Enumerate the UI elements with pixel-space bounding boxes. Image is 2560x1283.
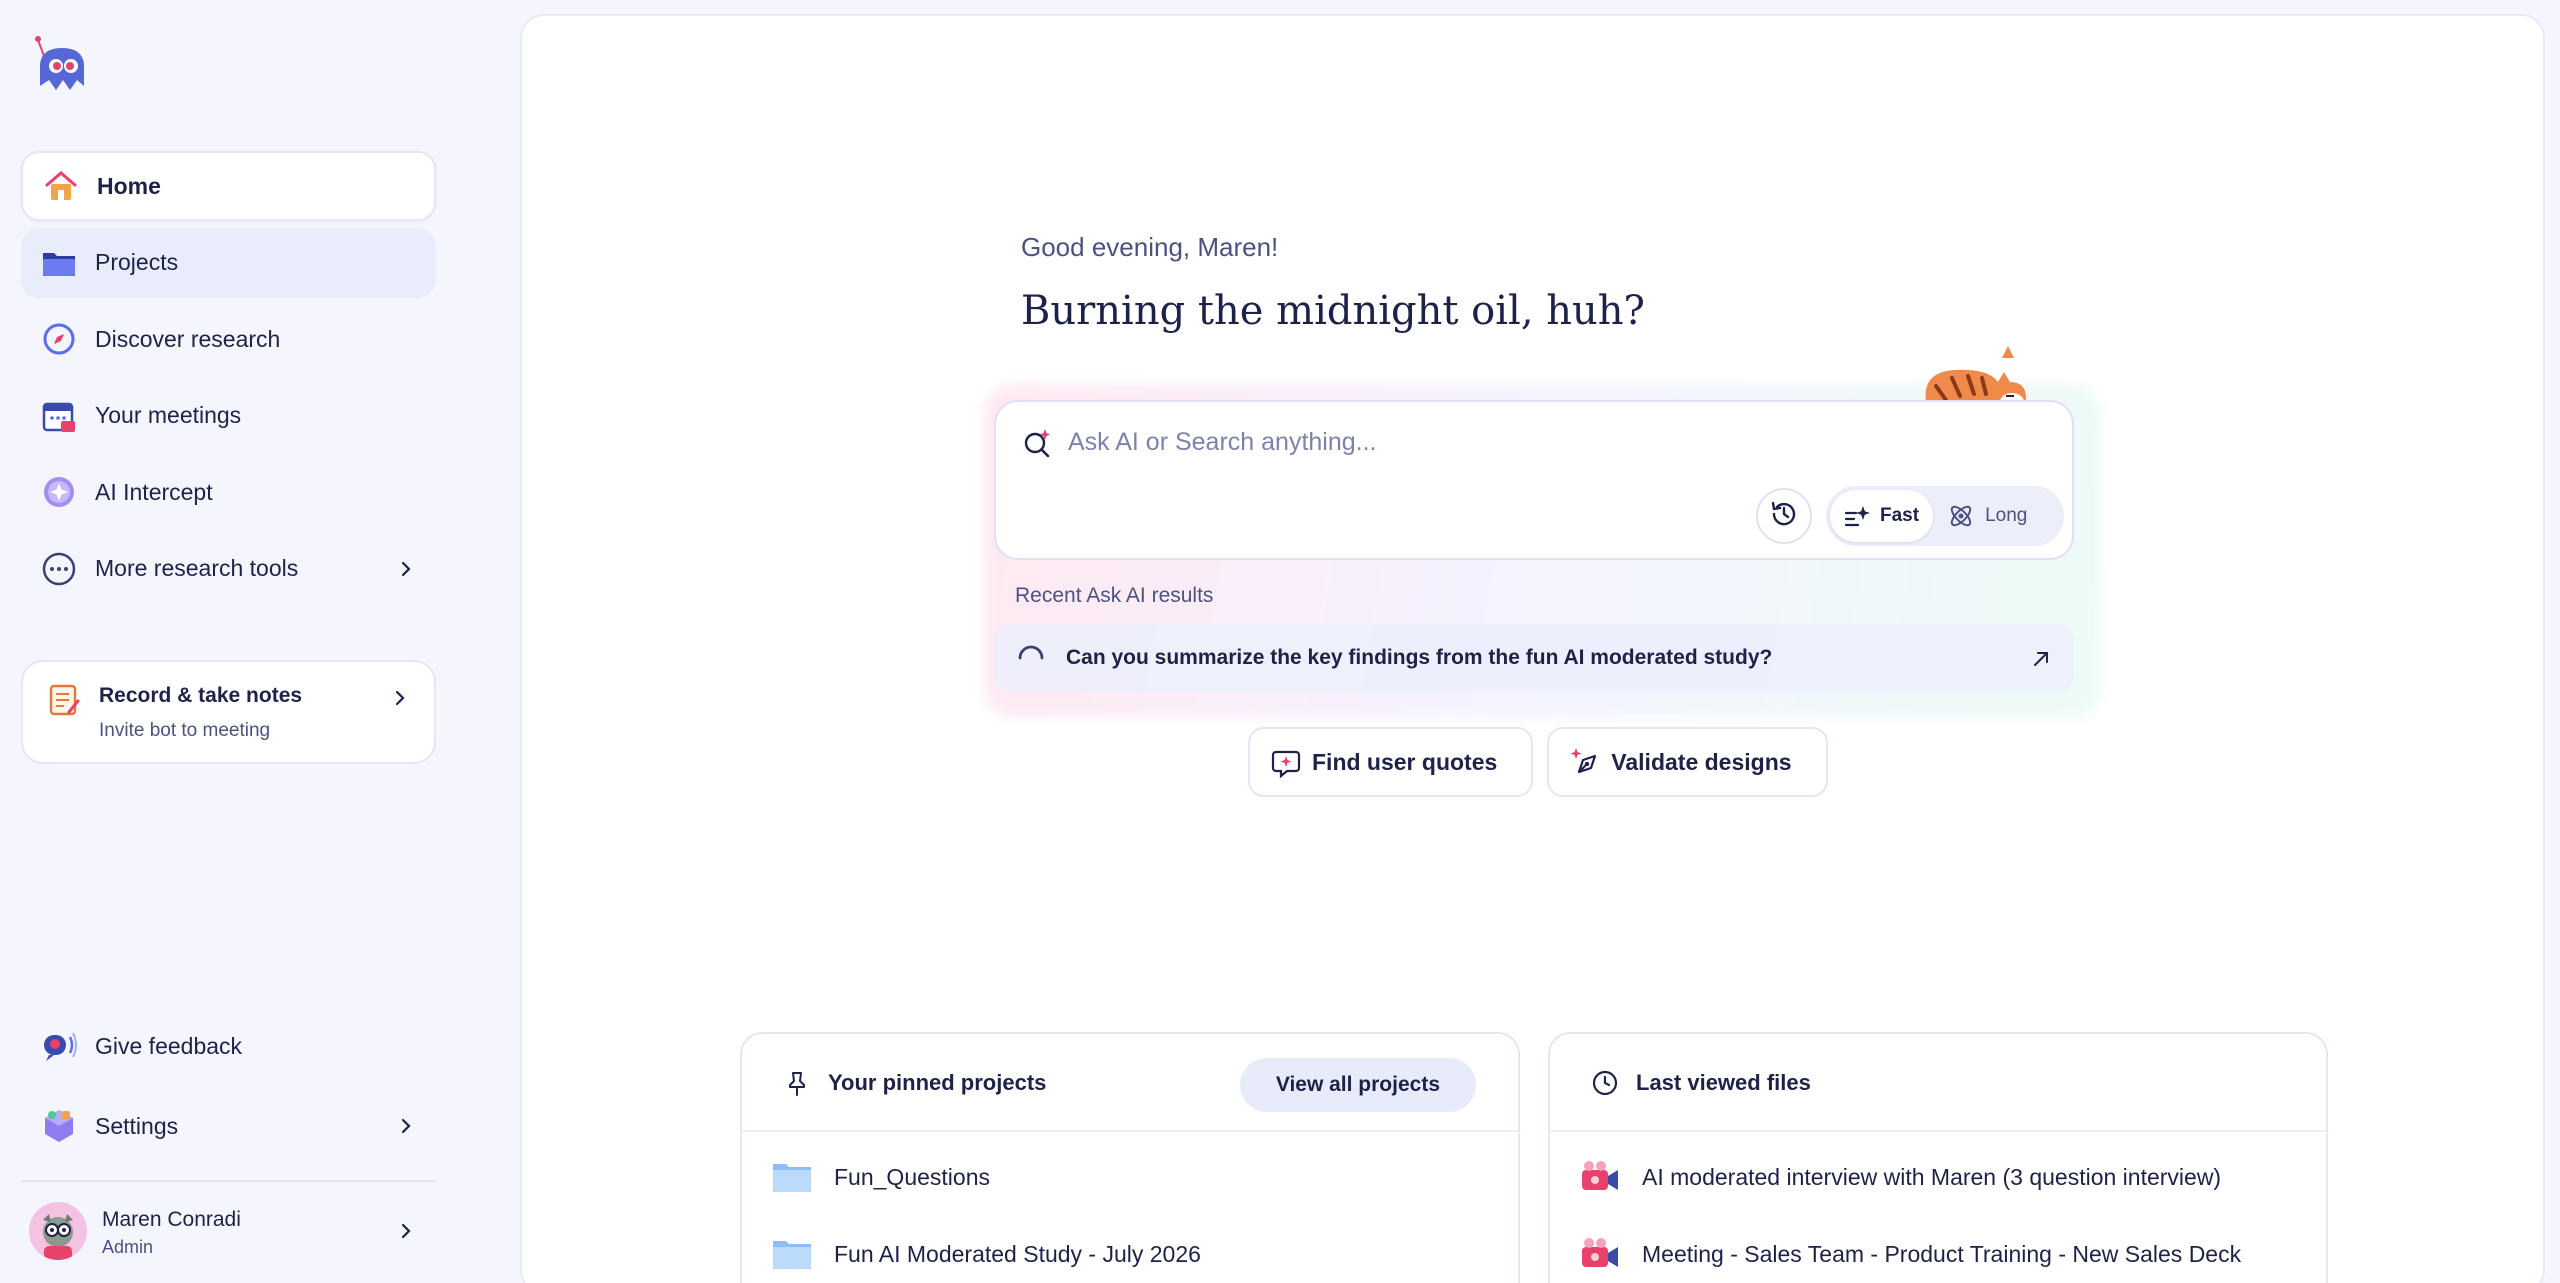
history-button[interactable]: [1756, 488, 1812, 544]
last-viewed-files-card: Last viewed files AI moderated interview…: [1548, 1032, 2328, 1283]
folder-icon: [773, 1164, 811, 1192]
compass-icon: [39, 319, 79, 359]
recent-results-label: Recent Ask AI results: [1015, 584, 1214, 607]
recent-result-item[interactable]: Can you summarize the key findings from …: [994, 624, 2074, 692]
project-name: Fun AI Moderated Study - July 2026: [834, 1240, 1201, 1267]
ask-ai-search-box: Fast Long: [994, 400, 2074, 560]
history-icon: [1769, 499, 1799, 534]
file-name: AI moderated interview with Maren (3 que…: [1642, 1163, 2222, 1190]
record-card-title: Record & take notes: [99, 684, 303, 707]
sidebar-divider: [21, 1180, 436, 1182]
sidebar-item-discover-research[interactable]: Discover research: [21, 304, 436, 374]
sidebar-item-label: AI Intercept: [95, 478, 213, 505]
video-camera-icon: [1582, 1161, 1618, 1190]
sidebar-item-home[interactable]: Home: [21, 151, 436, 221]
list-item[interactable]: AI moderated interview with Maren (3 que…: [1580, 1152, 2221, 1202]
sidebar-item-label: Projects: [95, 249, 179, 275]
bottom-nav: Give feedback Settings: [21, 1010, 436, 1170]
search-input[interactable]: [1068, 420, 1968, 464]
page-title: Burning the midnight oil, huh?: [1021, 288, 1646, 334]
sidebar-item-ai-intercept[interactable]: AI Intercept: [21, 457, 436, 527]
last-viewed-header: Last viewed files: [1550, 1034, 2326, 1132]
quote-bubble-icon: [1271, 750, 1301, 778]
arrow-up-right-icon: [2030, 648, 2052, 670]
suggestion-chips: Find user quotes Validate designs: [1248, 727, 1828, 797]
app-logo-icon[interactable]: [30, 34, 94, 98]
sidebar-item-label: Home: [97, 172, 161, 199]
mode-fast-button[interactable]: Fast: [1830, 490, 1934, 542]
project-name: Fun_Questions: [834, 1163, 990, 1190]
notepad-icon: [47, 682, 81, 716]
record-card-subtitle: Invite bot to meeting: [99, 720, 271, 741]
mode-long-label: Long: [1985, 505, 2028, 526]
file-name: Meeting - Sales Team - Product Training …: [1642, 1240, 2242, 1267]
feedback-icon: [39, 1026, 79, 1066]
search-icon: [1020, 426, 1054, 460]
sidebar: Home Projects Discover research Your mee…: [0, 0, 520, 1283]
folder-icon: [773, 1241, 811, 1269]
chevron-right-icon: [398, 1118, 414, 1134]
pinned-projects-card: Your pinned projects View all projects F…: [740, 1032, 1520, 1283]
user-profile-menu[interactable]: Maren Conradi Admin: [21, 1195, 436, 1267]
chevron-right-icon: [398, 561, 414, 577]
list-item[interactable]: Fun_Questions: [772, 1152, 990, 1202]
sidebar-item-your-meetings[interactable]: Your meetings: [21, 381, 436, 451]
home-icon: [41, 166, 81, 206]
fast-sparkle-icon: [1844, 506, 1870, 527]
user-role: Admin: [102, 1237, 154, 1257]
last-viewed-title: Last viewed files: [1636, 1070, 1811, 1095]
sidebar-item-label: More research tools: [95, 555, 299, 581]
folder-icon: [39, 243, 79, 283]
ellipsis-icon: [39, 549, 79, 589]
settings-icon: [39, 1106, 79, 1146]
sidebar-item-label: Discover research: [95, 325, 281, 352]
pinned-projects-header: Your pinned projects View all projects: [742, 1034, 1518, 1132]
sidebar-item-settings[interactable]: Settings: [21, 1090, 436, 1162]
loading-spinner-icon: [1016, 643, 1046, 673]
sidebar-item-projects[interactable]: Projects: [21, 227, 436, 298]
list-item[interactable]: Meeting - Sales Team - Product Training …: [1580, 1229, 2241, 1279]
validate-designs-button[interactable]: Validate designs: [1547, 727, 1828, 797]
main-nav: Home Projects Discover research Your mee…: [21, 151, 436, 610]
pen-tool-icon: [1570, 748, 1597, 774]
sidebar-item-more-research-tools[interactable]: More research tools: [21, 534, 436, 604]
sidebar-item-label: Settings: [95, 1112, 179, 1139]
user-name: Maren Conradi: [102, 1208, 241, 1231]
find-user-quotes-label: Find user quotes: [1312, 748, 1498, 775]
greeting-text: Good evening, Maren!: [1021, 232, 1279, 262]
avatar: [29, 1202, 87, 1260]
calendar-icon: [39, 396, 79, 436]
mode-long-button[interactable]: Long: [1933, 490, 2041, 542]
find-user-quotes-button[interactable]: Find user quotes: [1248, 727, 1534, 797]
chevron-right-icon: [392, 690, 408, 706]
sparkle-icon: [39, 472, 79, 512]
list-item[interactable]: Fun AI Moderated Study - July 2026: [772, 1229, 1201, 1279]
sidebar-item-label: Give feedback: [95, 1032, 243, 1059]
mode-fast-label: Fast: [1880, 505, 1920, 526]
chevron-right-icon: [398, 1223, 414, 1239]
pinned-projects-title: Your pinned projects: [828, 1070, 1047, 1095]
view-all-projects-button[interactable]: View all projects: [1239, 1058, 1476, 1112]
sidebar-item-label: Your meetings: [95, 402, 242, 428]
pin-icon: [784, 1070, 810, 1096]
record-notes-card[interactable]: Record & take notes Invite bot to meetin…: [21, 660, 436, 764]
clock-icon: [1592, 1070, 1618, 1096]
main-panel: Good evening, Maren! Burning the midnigh…: [520, 14, 2545, 1283]
video-camera-icon: [1582, 1238, 1618, 1267]
atom-icon: [1950, 505, 1972, 527]
sidebar-item-give-feedback[interactable]: Give feedback: [21, 1010, 436, 1082]
answer-mode-toggle: Fast Long: [1826, 486, 2064, 546]
validate-designs-label: Validate designs: [1611, 748, 1792, 775]
recent-result-text: Can you summarize the key findings from …: [1066, 646, 1773, 669]
